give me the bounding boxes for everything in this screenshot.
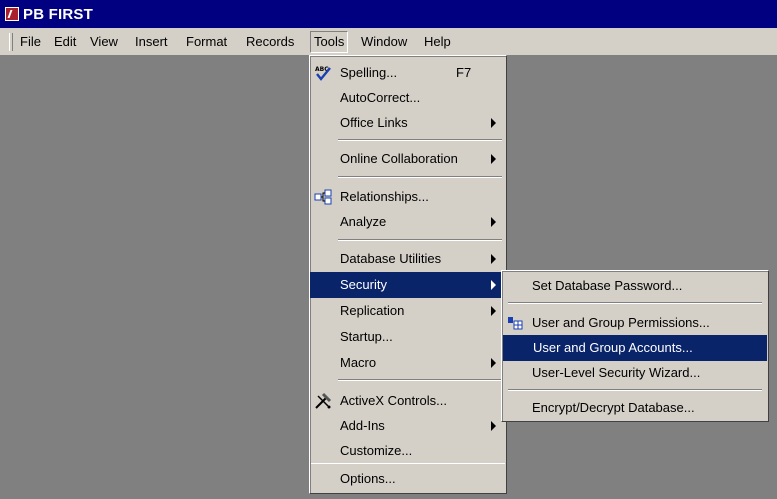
app-icon[interactable]	[5, 7, 19, 21]
menu-item-autocorrect[interactable]: AutoCorrect...	[310, 85, 506, 111]
menu-item-security[interactable]: Security	[310, 272, 506, 298]
relationships-icon	[314, 188, 332, 206]
menu-item-office-links[interactable]: Office Links	[310, 110, 506, 136]
menu-item-relationships[interactable]: Relationships...	[310, 184, 506, 210]
menu-separator	[338, 139, 502, 141]
menu-format[interactable]: Format	[183, 32, 230, 52]
menu-window[interactable]: Window	[358, 32, 410, 52]
menu-item-startup[interactable]: Startup...	[310, 324, 506, 350]
tools-menu: ABC Spelling... F7 AutoCorrect... Office…	[309, 55, 507, 494]
submenu-arrow-icon	[491, 421, 496, 431]
submenu-item-encrypt-decrypt[interactable]: Encrypt/Decrypt Database...	[502, 395, 768, 421]
menu-view[interactable]: View	[87, 32, 121, 52]
submenu-item-set-database-password[interactable]: Set Database Password...	[502, 273, 768, 299]
menu-separator	[508, 302, 762, 304]
activex-icon	[314, 392, 332, 410]
submenu-item-user-group-permissions[interactable]: User and Group Permissions...	[502, 310, 768, 336]
menu-insert[interactable]: Insert	[132, 32, 171, 52]
menu-separator	[338, 176, 502, 178]
submenu-arrow-icon	[491, 154, 496, 164]
window-title: PB FIRST	[23, 5, 93, 23]
menu-records[interactable]: Records	[243, 32, 297, 52]
menu-item-database-utilities[interactable]: Database Utilities	[310, 246, 506, 272]
menu-divider	[311, 463, 505, 464]
submenu-arrow-icon	[491, 217, 496, 227]
title-bar[interactable]: PB FIRST	[0, 0, 777, 28]
submenu-item-user-level-security-wizard[interactable]: User-Level Security Wizard...	[502, 360, 768, 386]
security-submenu: Set Database Password... User and Group …	[501, 270, 769, 422]
permissions-icon	[506, 314, 524, 332]
access-window: PB FIRST File Edit View Insert Format Re…	[0, 0, 777, 499]
submenu-arrow-icon	[491, 118, 496, 128]
menu-item-customize[interactable]: Customize...	[310, 438, 506, 464]
menu-item-spelling[interactable]: ABC Spelling... F7	[310, 60, 506, 86]
menu-tools[interactable]: Tools	[310, 31, 349, 53]
submenu-arrow-icon	[491, 254, 496, 264]
menu-separator	[508, 389, 762, 391]
menubar-grip[interactable]	[9, 33, 13, 51]
menu-bar: File Edit View Insert Format Records Too…	[0, 28, 777, 56]
submenu-arrow-icon	[491, 358, 496, 368]
menu-item-add-ins[interactable]: Add-Ins	[310, 413, 506, 439]
menu-item-options[interactable]: Options...	[310, 466, 506, 492]
submenu-arrow-icon	[491, 280, 496, 290]
menu-separator	[338, 239, 502, 241]
menu-edit[interactable]: Edit	[51, 32, 79, 52]
menu-item-activex-controls[interactable]: ActiveX Controls...	[310, 388, 506, 414]
menu-item-online-collaboration[interactable]: Online Collaboration	[310, 146, 506, 172]
submenu-item-user-group-accounts[interactable]: User and Group Accounts...	[503, 335, 767, 361]
menu-separator	[338, 379, 502, 381]
menu-file[interactable]: File	[17, 32, 44, 52]
menu-item-analyze[interactable]: Analyze	[310, 209, 506, 235]
menu-item-macro[interactable]: Macro	[310, 350, 506, 376]
menu-item-replication[interactable]: Replication	[310, 298, 506, 324]
submenu-arrow-icon	[491, 306, 496, 316]
spelling-icon: ABC	[314, 64, 332, 82]
menu-help[interactable]: Help	[421, 32, 454, 52]
